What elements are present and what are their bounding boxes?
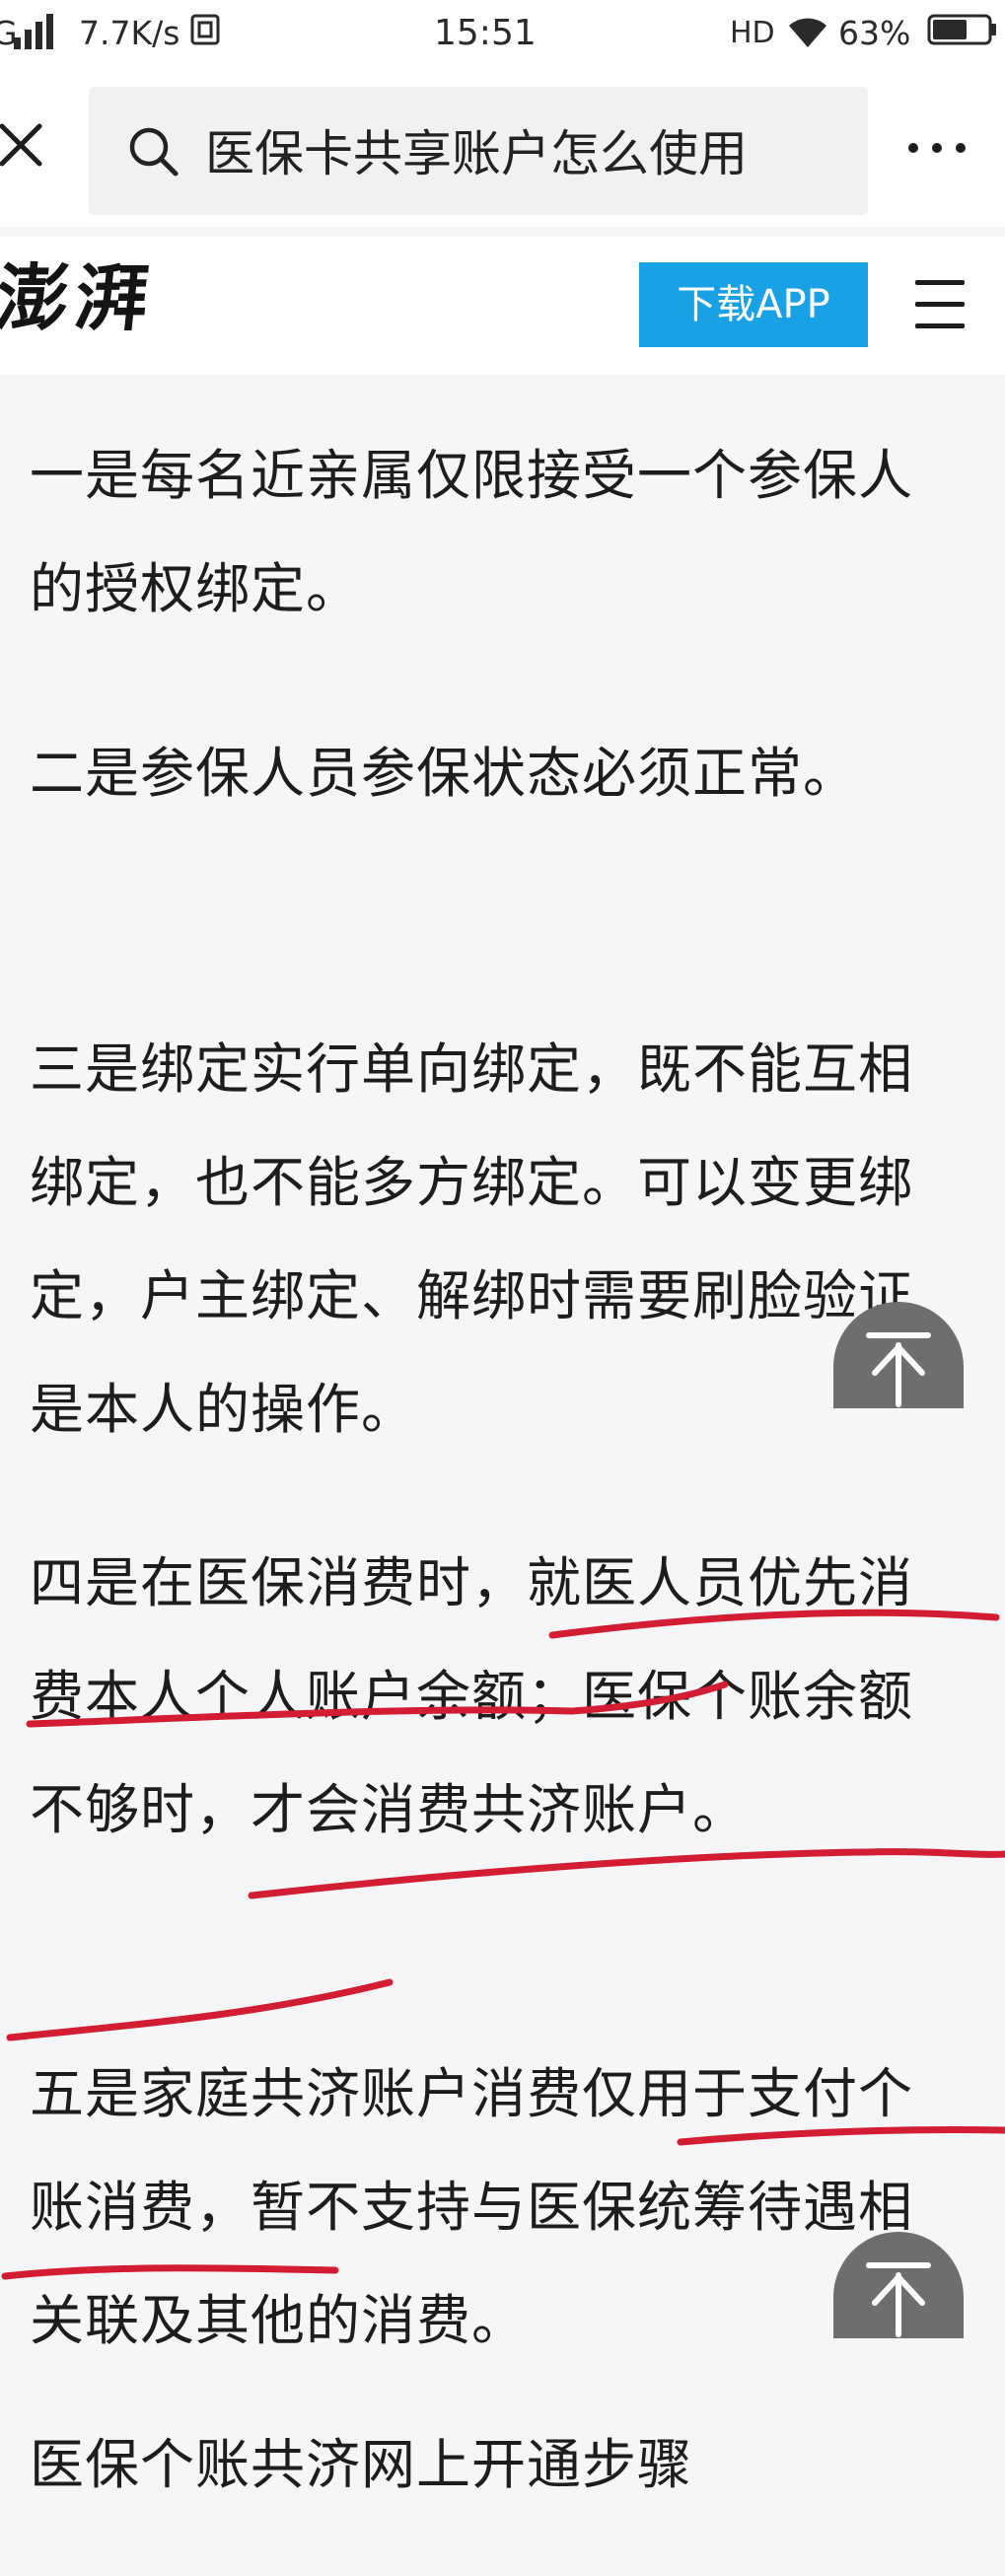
search-icon [128, 126, 179, 181]
status-bar: G 7.7K/s 15:51 HD 63% [0, 0, 1005, 69]
battery-icon [927, 14, 998, 53]
net-speed: 7.7K/s [79, 14, 180, 52]
article-paragraph-1: 一是每名近亲属仅限接受一个参保人的授权绑定。 [30, 444, 914, 620]
signal-bars-icon [0, 14, 59, 53]
browser-toolbar: 医保卡共享账户怎么使用 [0, 69, 1005, 227]
site-header: 澎湃 下载APP [0, 237, 1005, 375]
article-paragraph-5: 五是家庭共济账户消费仅用于支付个账消费，暂不支持与医保统筹待遇相关联及其他的消费… [30, 2062, 914, 2352]
article-paragraph-3: 三是绑定实行单向绑定，既不能互相绑定，也不能多方绑定。可以变更绑定，户主绑定、解… [30, 1038, 914, 1441]
close-button[interactable] [0, 112, 59, 181]
menu-button[interactable] [915, 280, 967, 329]
battery-percent: 63% [838, 14, 911, 52]
article-paragraph-2: 二是参保人员参保状态必须正常。 [30, 742, 859, 805]
sim-card-icon [190, 14, 220, 53]
download-app-button[interactable]: 下载APP [639, 262, 868, 347]
article-subheading: 医保个账共济网上开通步骤 [30, 2433, 693, 2496]
hamburger-menu-icon [915, 280, 965, 285]
more-options-button[interactable] [897, 128, 976, 168]
more-dots-icon [908, 143, 966, 153]
search-box[interactable]: 医保卡共享账户怎么使用 [89, 87, 868, 215]
search-query-text: 医保卡共享账户怎么使用 [205, 125, 748, 182]
article-paragraph-4: 四是在医保消费时，就医人员优先消费本人个人账户余额；医保个账余额不够时，才会消费… [30, 1551, 914, 1841]
clock: 15:51 [434, 13, 537, 53]
close-icon [0, 123, 42, 167]
wifi-icon [785, 14, 830, 53]
site-logo[interactable]: 澎湃 [0, 254, 159, 343]
hd-label: HD [730, 16, 775, 50]
